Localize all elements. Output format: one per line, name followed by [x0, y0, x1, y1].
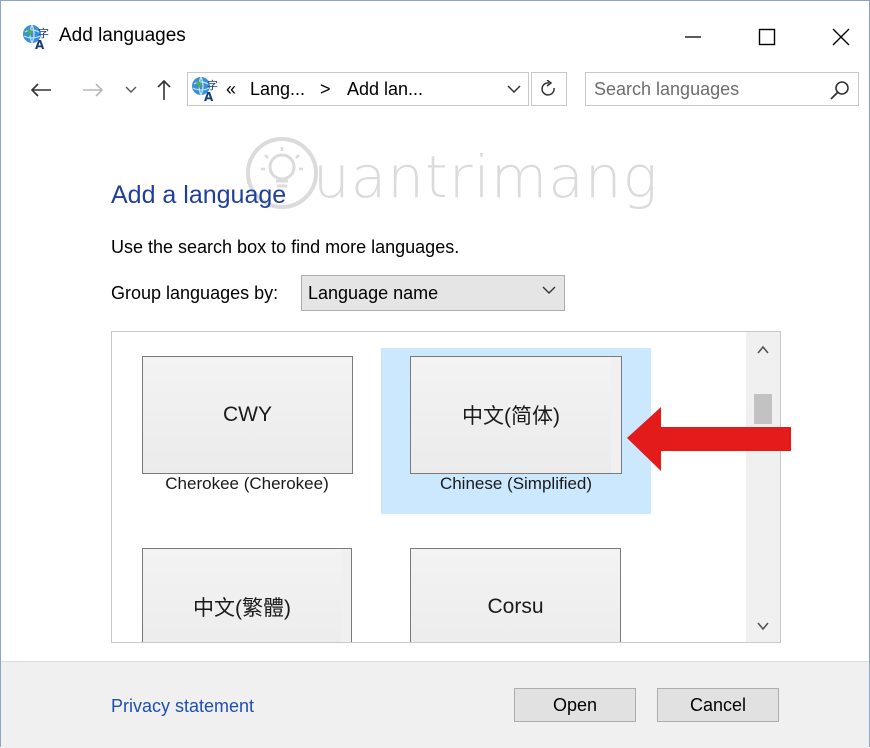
forward-arrow-icon [83, 83, 104, 97]
language-app-icon: A 字 [23, 24, 49, 51]
window-title: Add languages [59, 25, 186, 46]
address-bar[interactable]: A 字 « Lang... > Add lan... [187, 72, 529, 106]
search-icon[interactable] [828, 78, 852, 102]
refresh-button[interactable] [531, 72, 567, 106]
maximize-icon [758, 28, 776, 46]
up-button[interactable] [151, 75, 177, 105]
minimize-button[interactable] [663, 15, 723, 59]
maximize-button[interactable] [737, 15, 797, 59]
up-arrow-icon [157, 79, 171, 100]
svg-text:字: 字 [207, 78, 218, 92]
breadcrumb-separator[interactable]: > [320, 79, 331, 100]
minimize-icon [685, 36, 701, 38]
forward-button[interactable] [79, 75, 107, 105]
watermark: uantrimang [233, 129, 657, 225]
breadcrumb-add-languages[interactable]: Add lan... [347, 79, 423, 100]
tile-stack-edge [346, 548, 352, 642]
language-tile-chinese-simplified[interactable]: 中文(简体) Chinese (Simplified) [381, 348, 651, 514]
language-tile-corsu[interactable]: Corsu [381, 524, 651, 642]
language-tile-preview: 中文(繁體) [142, 548, 342, 642]
close-icon [832, 28, 850, 46]
title-bar: A 字 Add languages [1, 1, 869, 67]
back-button[interactable] [27, 75, 55, 105]
group-by-label: Group languages by: [111, 283, 279, 303]
language-tile-preview: CWY [142, 356, 353, 474]
add-languages-window: A 字 Add languages A 字 « Lang... > Add la… [0, 0, 870, 748]
red-arrow-annotation [627, 407, 791, 471]
group-by-value: Language name [308, 283, 439, 303]
group-by-select[interactable]: Language name [301, 275, 565, 311]
chevron-down-icon [125, 86, 137, 93]
search-box[interactable] [585, 72, 859, 106]
language-tile-caption: Chinese (Simplified) [439, 474, 593, 493]
language-tile-caption: Cherokee (Cherokee) [165, 474, 329, 493]
language-tile-cherokee[interactable]: CWY Cherokee (Cherokee) [112, 332, 382, 498]
language-list: CWY Cherokee (Cherokee) 中文(简体) Chinese (… [111, 331, 781, 643]
language-tile-preview: Corsu [410, 548, 621, 642]
scroll-down-icon[interactable] [755, 618, 771, 634]
vertical-scrollbar[interactable] [746, 332, 780, 642]
refresh-icon [541, 80, 555, 96]
language-tile-preview: 中文(简体) [410, 356, 612, 474]
back-arrow-icon [30, 83, 51, 97]
language-location-icon: A 字 [192, 76, 218, 103]
language-tile-chinese-traditional[interactable]: 中文(繁體) [112, 524, 382, 642]
chevron-down-icon [507, 84, 521, 93]
footer-bar: Privacy statement Open Cancel [1, 661, 869, 748]
svg-text:字: 字 [38, 26, 49, 40]
page-heading: Add a language [111, 181, 287, 209]
breadcrumb-language[interactable]: Lang... [250, 79, 305, 100]
breadcrumb-overflow[interactable]: « [226, 79, 236, 100]
scroll-up-icon[interactable] [755, 342, 771, 358]
watermark-text: uantrimang [313, 143, 659, 211]
chevron-down-icon [542, 286, 556, 294]
search-input[interactable] [594, 76, 814, 102]
open-button[interactable]: Open [514, 688, 636, 722]
privacy-statement-link[interactable]: Privacy statement [111, 696, 254, 717]
close-button[interactable] [811, 15, 870, 59]
cancel-button[interactable]: Cancel [657, 688, 779, 722]
tile-stack-edge [616, 356, 622, 474]
search-hint: Use the search box to find more language… [111, 237, 460, 257]
recent-locations-button[interactable] [121, 75, 141, 105]
address-history-dropdown[interactable] [497, 73, 531, 105]
